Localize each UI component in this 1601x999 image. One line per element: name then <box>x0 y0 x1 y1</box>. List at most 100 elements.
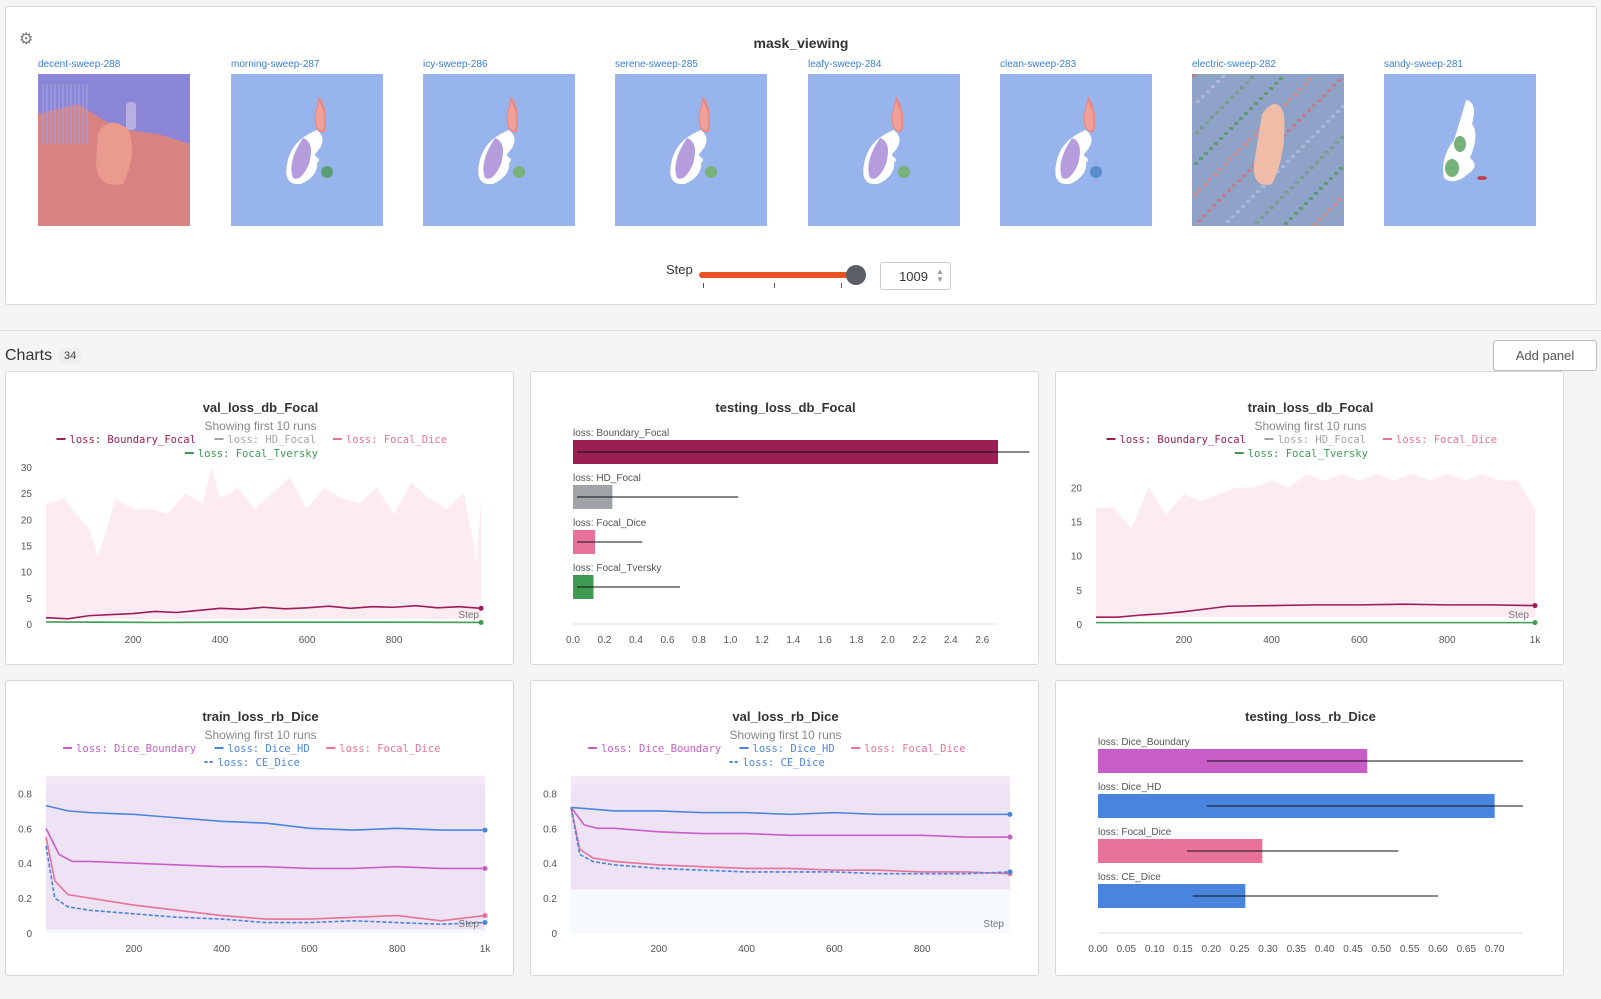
step-label: Step <box>666 262 693 277</box>
add-panel-button[interactable]: Add panel <box>1493 340 1597 371</box>
chart-subtitle: Showing first 10 runs <box>204 728 316 742</box>
run-name-link[interactable]: icy-sweep-286 <box>423 59 575 73</box>
x-tick-label: 0.8 <box>692 635 706 646</box>
y-tick-label: 0.6 <box>543 824 557 835</box>
y-tick-label: 5 <box>1076 586 1082 597</box>
mask-tile[interactable]: leafy-sweep-284 <box>808 59 960 226</box>
bar-label: loss: CE_Dice <box>1098 872 1161 883</box>
charts-count-badge: 34 <box>58 348 83 364</box>
variance-band <box>46 784 485 933</box>
x-tick-label: 0.70 <box>1485 944 1505 955</box>
x-tick-label: 0.10 <box>1145 944 1165 955</box>
x-tick-label: 200 <box>125 635 142 646</box>
segmentation-mask-image <box>231 74 383 226</box>
x-tick-label: 800 <box>914 944 931 955</box>
bar-label: loss: Dice_HD <box>1098 782 1161 793</box>
run-name-link[interactable]: sandy-sweep-281 <box>1384 59 1536 73</box>
y-tick-label: 20 <box>1071 483 1083 494</box>
slider-handle[interactable] <box>846 265 866 285</box>
x-tick-label: 600 <box>299 635 316 646</box>
panel-title: mask_viewing <box>753 35 849 51</box>
chart-title: train_loss_db_Focal <box>1248 400 1374 415</box>
step-input[interactable]: 1009 ▲ ▼ <box>880 262 951 290</box>
x-tick-label: 200 <box>650 944 667 955</box>
x-tick-label: 800 <box>389 944 406 955</box>
legend-entry: loss: Dice_HD <box>228 743 310 755</box>
legend-entry: loss: Focal_Tversky <box>1248 448 1368 460</box>
bar-label: loss: HD_Focal <box>573 473 641 484</box>
x-tick-label: 600 <box>826 944 843 955</box>
bar-label: loss: Focal_Dice <box>1098 827 1172 838</box>
chart-panel[interactable]: train_loss_rb_Dice Showing first 10 runs l… <box>5 680 514 976</box>
x-tick-label: 200 <box>1175 635 1192 646</box>
y-tick-label: 10 <box>1071 552 1083 563</box>
x-tick-label: 0.65 <box>1457 944 1477 955</box>
step-slider[interactable] <box>699 272 857 278</box>
x-tick-label: 400 <box>213 944 230 955</box>
x-tick-label: 1.2 <box>755 635 769 646</box>
spinner-icon[interactable]: ▲ ▼ <box>936 268 944 284</box>
x-tick-label: 0.55 <box>1400 944 1420 955</box>
x-tick-label: 1.8 <box>849 635 863 646</box>
mask-viewing-panel: ⚙ mask_viewing decent-sweep-288 morning-s… <box>5 6 1597 305</box>
legend-entry: loss: Dice_Boundary <box>601 743 721 755</box>
chart-svg: train_loss_rb_DiceShowing first 10 runsl… <box>18 709 492 955</box>
run-name-link[interactable]: leafy-sweep-284 <box>808 59 960 73</box>
series-end-point <box>482 827 488 833</box>
run-name-link[interactable]: clean-sweep-283 <box>1000 59 1152 73</box>
x-tick-label: 0.30 <box>1258 944 1278 955</box>
mask-tile[interactable]: sandy-sweep-281 <box>1384 59 1536 226</box>
x-tick-label: 0.0 <box>566 635 580 646</box>
slider-tick <box>703 283 704 288</box>
charts-section-title[interactable]: Charts <box>5 347 52 365</box>
legend-entry: loss: Boundary_Focal <box>70 434 196 446</box>
x-tick-label: 1.6 <box>818 635 832 646</box>
chart-svg: val_loss_db_FocalShowing first 10 runslo… <box>21 400 484 646</box>
chart-panel[interactable]: val_loss_db_Focal Showing first 10 runs lo… <box>5 371 514 665</box>
x-tick-label: 1.4 <box>786 635 800 646</box>
x-tick-label: 0.40 <box>1315 944 1335 955</box>
y-tick-label: 0 <box>26 620 32 631</box>
chart-panel[interactable]: train_loss_db_Focal Showing first 10 runs… <box>1055 371 1564 665</box>
x-tick-label: 1k <box>480 944 492 955</box>
x-axis-label: Step <box>458 610 479 621</box>
mask-tile[interactable]: decent-sweep-288 <box>38 59 190 226</box>
run-name-link[interactable]: serene-sweep-285 <box>615 59 767 73</box>
mask-tile[interactable]: clean-sweep-283 <box>1000 59 1152 226</box>
mask-tile[interactable]: morning-sweep-287 <box>231 59 383 226</box>
legend-entry: loss: Focal_Dice <box>339 743 440 755</box>
x-tick-label: 1k <box>1530 635 1542 646</box>
x-tick-label: 0.45 <box>1343 944 1363 955</box>
x-tick-label: 2.2 <box>912 635 926 646</box>
x-tick-label: 600 <box>301 944 318 955</box>
legend-entry: loss: Focal_Dice <box>346 434 447 446</box>
chart-svg: val_loss_rb_DiceShowing first 10 runslos… <box>543 709 1013 955</box>
run-name-link[interactable]: decent-sweep-288 <box>38 59 190 73</box>
y-tick-label: 0.8 <box>18 789 32 800</box>
segmentation-mask-image <box>1192 74 1344 226</box>
chart-svg: testing_loss_db_Focal 0.0 0.2 0.4 0.6 0.8 1.0 1… <box>566 400 1030 646</box>
x-tick-label: 400 <box>738 944 755 955</box>
series-end-point <box>1007 869 1013 875</box>
mask-tile[interactable]: electric-sweep-282 <box>1192 59 1344 226</box>
x-tick-label: 1.0 <box>723 635 737 646</box>
bar-label: loss: Dice_Boundary <box>1098 737 1190 748</box>
mask-tile[interactable]: icy-sweep-286 <box>423 59 575 226</box>
section-divider <box>0 330 1601 331</box>
y-tick-label: 25 <box>21 489 33 500</box>
y-tick-label: 0.8 <box>543 789 557 800</box>
x-tick-label: 0.05 <box>1117 944 1137 955</box>
variance-band <box>571 784 1010 933</box>
y-tick-label: 0 <box>1076 620 1082 631</box>
series-end-point <box>478 605 484 611</box>
x-axis-label: Step <box>1508 610 1529 621</box>
chart-panel[interactable]: val_loss_rb_Dice Showing first 10 runs los… <box>530 680 1039 976</box>
chart-panel[interactable]: testing_loss_rb_Dice 0.00 0.05 0.10 0.15 0.20… <box>1055 680 1564 976</box>
run-name-link[interactable]: electric-sweep-282 <box>1192 59 1344 73</box>
segmentation-mask-image <box>808 74 960 226</box>
run-name-link[interactable]: morning-sweep-287 <box>231 59 383 73</box>
chart-subtitle: Showing first 10 runs <box>1254 419 1366 433</box>
chart-panel[interactable]: testing_loss_db_Focal 0.0 0.2 0.4 0.6 0.8 1.0 1… <box>530 371 1039 665</box>
mask-tile[interactable]: serene-sweep-285 <box>615 59 767 226</box>
y-tick-label: 0 <box>26 929 32 940</box>
